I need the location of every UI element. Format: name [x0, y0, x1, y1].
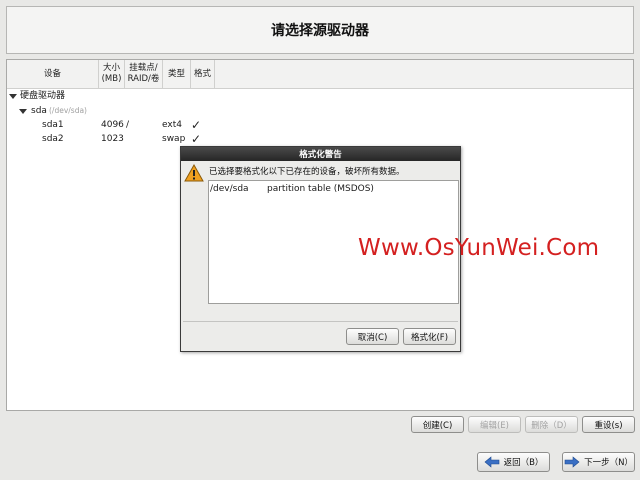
format-button[interactable]: 格式化(F)	[403, 328, 456, 345]
list-device: /dev/sda	[210, 184, 249, 194]
next-label: 下一步（N）	[584, 458, 633, 468]
tree-row-hard-drives[interactable]: 硬盘驱动器	[7, 89, 633, 103]
create-button[interactable]: 创建(C)	[411, 416, 464, 433]
dialog-titlebar[interactable]: 格式化警告	[181, 147, 460, 161]
cancel-button[interactable]: 取消(C)	[346, 328, 399, 345]
partition-type: swap	[162, 134, 186, 144]
delete-button[interactable]: 删除（D）	[525, 416, 578, 433]
partition-mount: /	[126, 120, 130, 130]
format-check-icon: ✓	[191, 132, 202, 146]
column-format[interactable]: 格式	[191, 60, 215, 88]
warning-icon	[184, 164, 204, 182]
expander-down-icon[interactable]	[9, 94, 17, 99]
tree-row-disk[interactable]: sda (/dev/sda)	[7, 104, 633, 118]
group-label: 硬盘驱动器	[20, 91, 66, 101]
reset-button[interactable]: 重设(s)	[582, 416, 635, 433]
disk-path: (/dev/sda)	[49, 106, 87, 115]
table-row[interactable]: sda2 1023 swap ✓	[7, 132, 633, 146]
partition-type: ext4	[162, 120, 182, 130]
dialog-title: 格式化警告	[299, 150, 342, 160]
dialog-message: 已选择要格式化以下已存在的设备，破坏所有数据。	[209, 167, 405, 177]
next-arrow-icon	[564, 456, 580, 468]
screen-header: 请选择源驱动器	[6, 6, 634, 54]
back-label: 返回（B）	[503, 458, 544, 468]
list-item[interactable]: /dev/sda partition table (MSDOS)	[209, 182, 458, 196]
column-type[interactable]: 类型	[163, 60, 191, 88]
disk-name: sda	[31, 106, 47, 116]
back-arrow-icon	[484, 456, 499, 468]
column-mount[interactable]: 挂载点/ RAID/卷	[125, 60, 163, 88]
list-description: partition table (MSDOS)	[267, 184, 374, 194]
page-title: 请选择源驱动器	[271, 23, 369, 39]
dialog-separator	[183, 321, 458, 322]
table-header: 设备 大小 (MB) 挂载点/ RAID/卷 类型 格式	[7, 60, 633, 89]
table-row[interactable]: sda1 4096 / ext4 ✓	[7, 118, 633, 132]
edit-button[interactable]: 编辑(E)	[468, 416, 521, 433]
expander-down-icon[interactable]	[19, 109, 27, 114]
partition-name: sda1	[42, 120, 64, 130]
watermark-text: Www.OsYunWei.Com	[358, 235, 600, 261]
format-check-icon: ✓	[191, 118, 202, 132]
column-size[interactable]: 大小 (MB)	[99, 60, 125, 88]
next-button[interactable]: 下一步（N）	[562, 452, 635, 472]
partition-name: sda2	[42, 134, 64, 144]
partition-size: 4096	[101, 120, 124, 130]
column-device[interactable]: 设备	[7, 60, 99, 88]
back-button[interactable]: 返回（B）	[477, 452, 550, 472]
partition-size: 1023	[101, 134, 124, 144]
